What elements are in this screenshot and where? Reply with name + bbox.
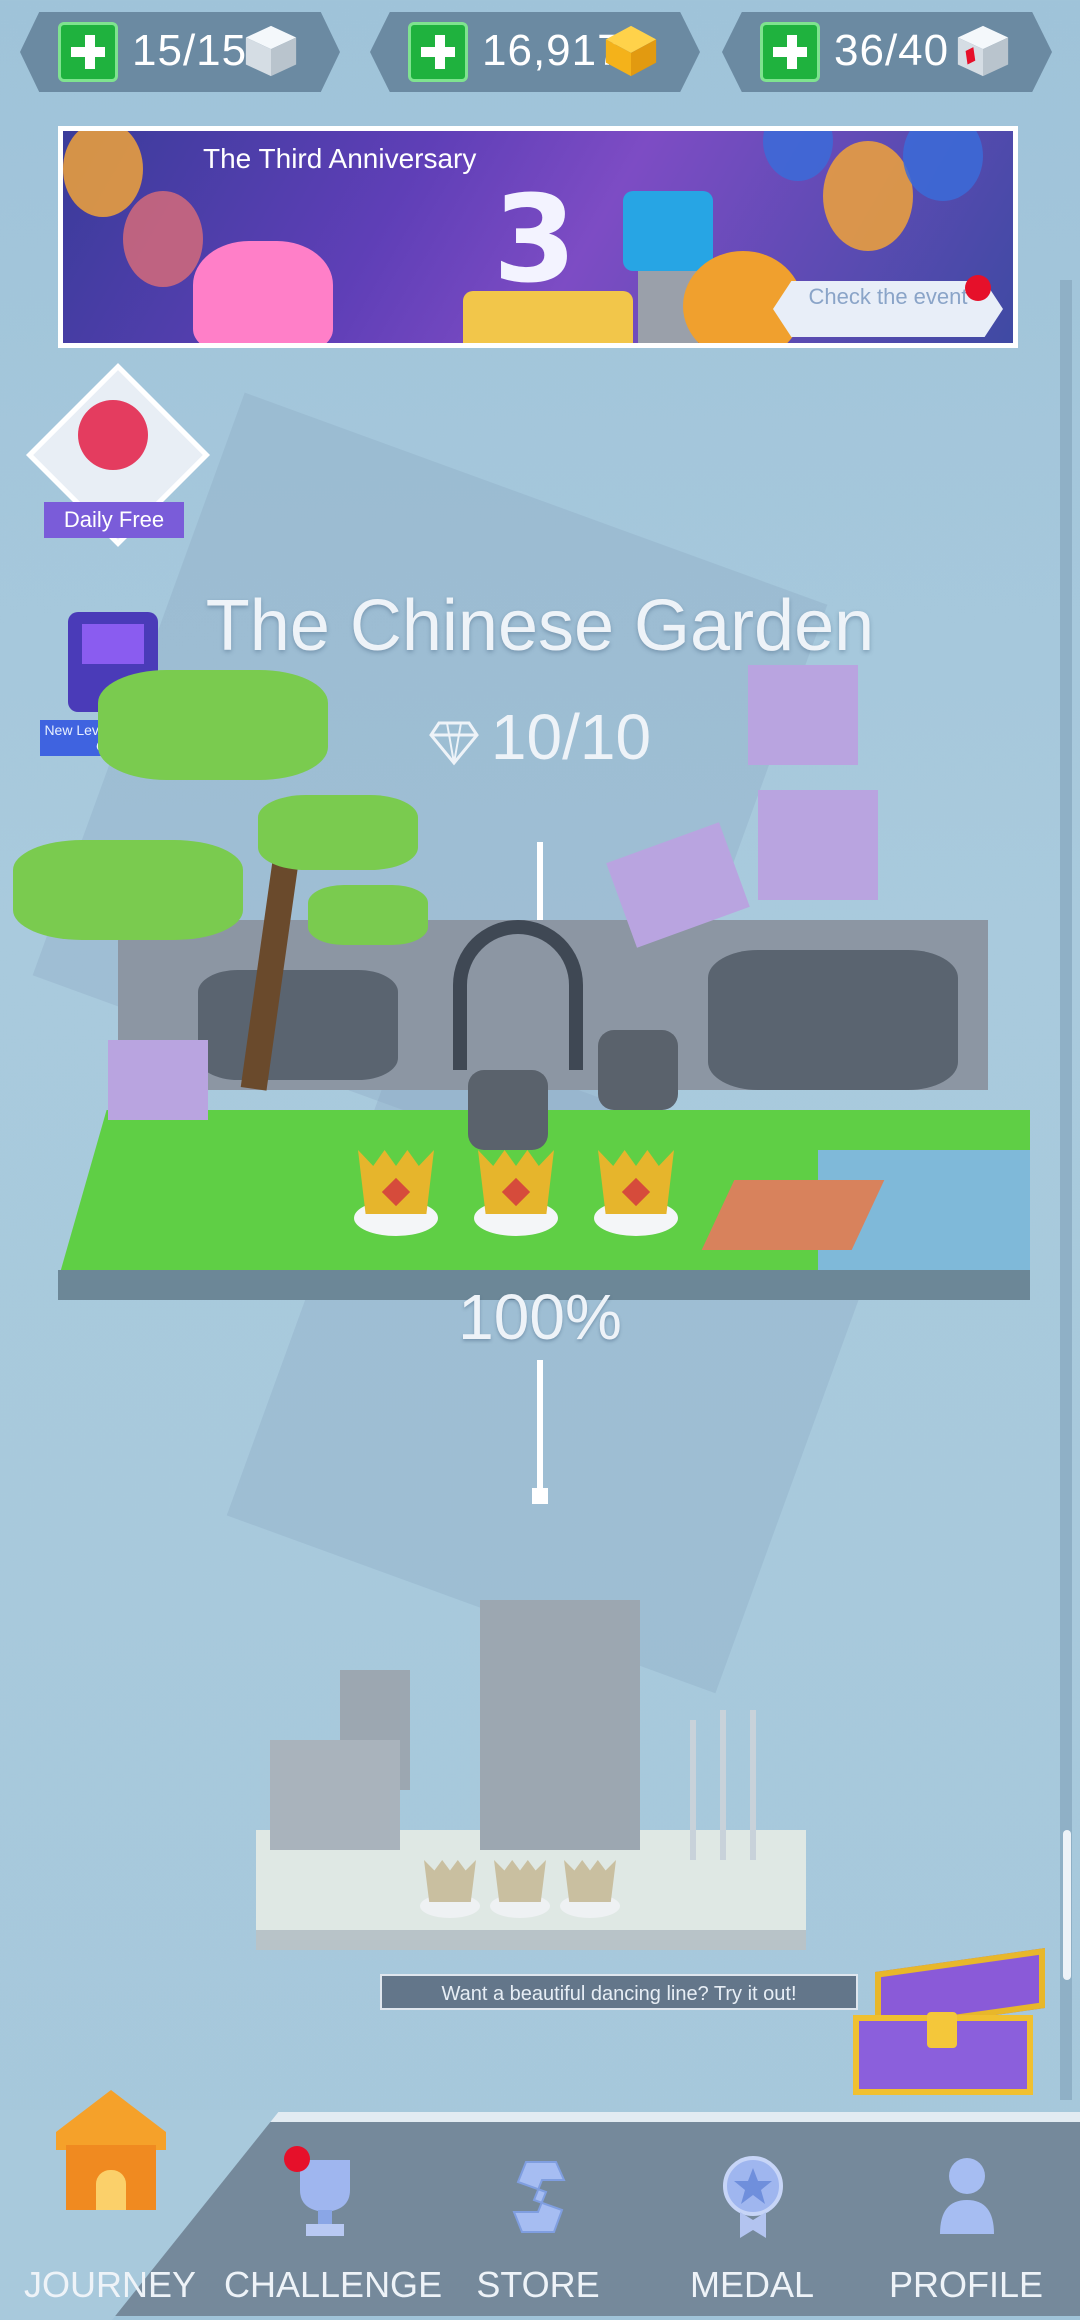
crown-icon [424,1860,476,1902]
balloon-decoration [823,141,913,251]
ship-mast [750,1710,756,1860]
balloon-decoration [903,131,983,201]
pine-foliage [258,795,418,870]
treasure-chest-button[interactable] [845,1948,1055,2100]
next-level-island[interactable] [250,1580,810,1970]
diamond-icon [429,721,479,766]
locked-crown [560,1860,620,1920]
gems-counter[interactable]: 16,917 [370,12,700,92]
nav-top-edge [260,2112,1080,2122]
cubes-value: 36/40 [834,26,950,75]
robot-character [623,191,713,271]
cube-icon [245,25,297,77]
crown-icon [564,1860,616,1902]
cubes-counter[interactable]: 36/40 [722,12,1052,92]
ship-mast [720,1710,726,1860]
anniversary-number: 3 [493,171,577,310]
scrollbar-track[interactable] [1060,280,1072,2100]
nav-challenge-label: CHALLENGE [224,2264,443,2305]
tip-banner[interactable]: Want a beautiful dancing line? Try it ou… [380,1974,858,2010]
notification-dot [965,275,991,301]
island-base [256,1930,806,1950]
nav-medal[interactable]: MEDAL [652,2140,852,2316]
resource-bar: 15/15 16,917 36/40 [0,12,1080,92]
blossom-tree [748,665,858,765]
rock-cluster [198,970,398,1080]
locked-crown [420,1860,480,1920]
balloon-icon [78,400,148,470]
blossom-tree [108,1040,208,1120]
level-title: The Chinese Garden [205,586,875,666]
path-line [537,1360,543,1490]
daily-free-button[interactable]: Daily Free [26,363,210,550]
balloon-decoration [63,131,143,217]
pine-foliage [308,885,428,945]
path-node [532,1488,548,1504]
crown-trophy [348,1150,444,1236]
nav-store-label: STORE [476,2264,600,2305]
lives-counter[interactable]: 15/15 [20,12,340,92]
medal-icon [723,2156,783,2238]
add-cubes-button[interactable] [760,22,820,82]
pine-foliage [98,670,328,780]
moon-gate [453,920,583,1070]
crown-trophy [588,1150,684,1236]
chinese-garden-level[interactable] [13,665,1030,1310]
jester-character [193,241,333,343]
ship-mast [690,1720,696,1860]
nav-store[interactable]: STORE [438,2140,638,2316]
crown-icon [494,1860,546,1902]
nav-profile-label: PROFILE [888,2264,1044,2305]
lion-statue [468,1070,548,1150]
locked-crown [490,1860,550,1920]
nav-journey-label[interactable]: JOURNEY [20,2264,200,2306]
profile-icon [940,2158,994,2234]
blossom-tree [758,790,878,900]
home-door [96,2170,126,2210]
add-lives-button[interactable] [58,22,118,82]
nav-medal-label: MEDAL [689,2264,815,2305]
crown-trophy [468,1150,564,1236]
rock-cluster [708,950,958,1090]
notification-dot [284,2146,310,2172]
cube-fragment-icon [957,25,1009,77]
level-completion: 100% [458,1281,622,1353]
building [480,1600,640,1850]
balloon-decoration [123,191,203,287]
nav-challenge[interactable]: CHALLENGE [224,2140,443,2316]
lock-icon [927,2012,957,2048]
balloon-decoration [763,131,833,181]
building [270,1740,400,1850]
add-gems-button[interactable] [408,22,468,82]
anniversary-banner[interactable]: The Third Anniversary 3 Check the event [58,126,1018,348]
gold-gem-icon [605,25,657,77]
lives-value: 15/15 [132,26,248,75]
lion-statue [598,1030,678,1110]
pine-foliage [13,840,243,940]
level-gems-value: 10/10 [490,701,652,773]
home-roof [56,2090,166,2150]
nav-profile[interactable]: PROFILE [866,2140,1066,2316]
home-icon[interactable] [56,2090,166,2210]
store-s-icon [512,2161,566,2233]
daily-free-label: Daily Free [44,502,184,538]
scrollbar-thumb[interactable] [1063,1830,1071,1980]
banner-title: The Third Anniversary [203,143,477,174]
